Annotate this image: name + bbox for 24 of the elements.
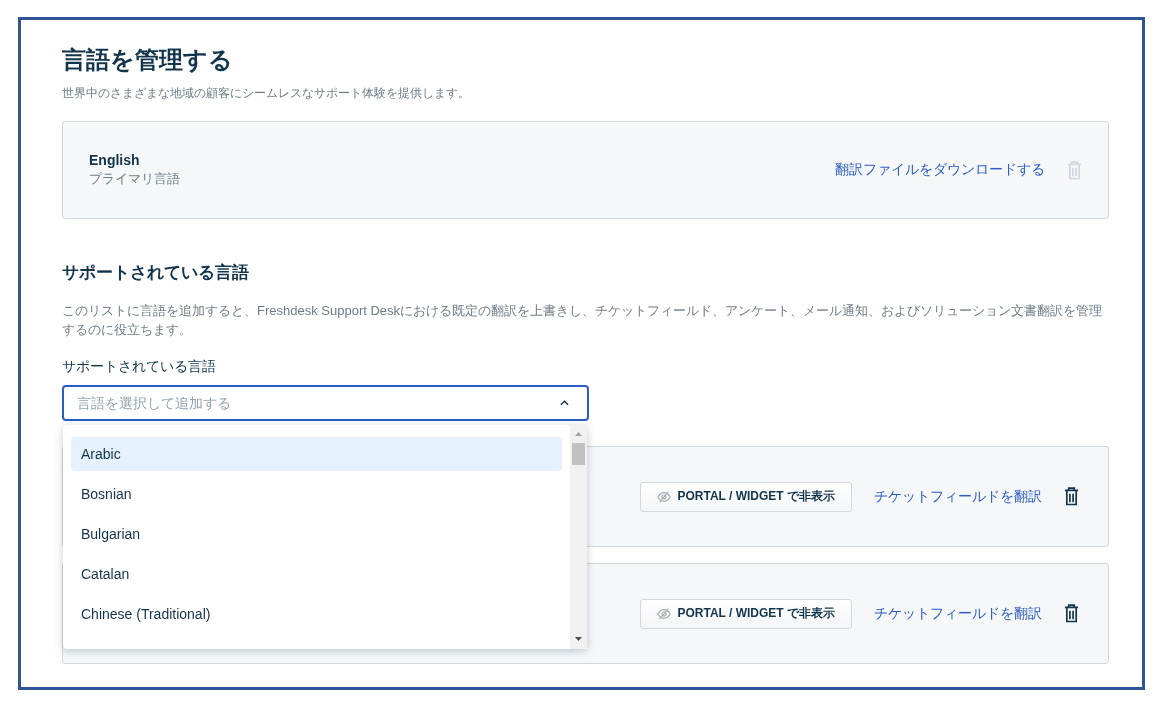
- trash-icon[interactable]: [1064, 487, 1079, 506]
- eye-off-icon: [657, 489, 672, 504]
- language-select[interactable]: 言語を選択して追加する: [62, 385, 589, 421]
- dropdown-option[interactable]: Arabic: [71, 437, 562, 471]
- dropdown-option[interactable]: Bosnian: [71, 477, 562, 511]
- translate-link[interactable]: チケットフィールドを翻訳: [874, 487, 1042, 506]
- eye-off-icon: [657, 606, 672, 621]
- field-label: サポートされている言語: [62, 357, 217, 375]
- dropdown-option[interactable]: Bulgarian: [71, 517, 562, 551]
- language-name: English: [89, 152, 141, 168]
- hide-button[interactable]: PORTAL / WIDGET で非表示: [640, 598, 852, 629]
- caret-icon: [560, 400, 569, 406]
- section-description: このリストに言語を追加すると、Freshdesk Support Deskにおける既定の翻訳を上書きし、チケットフィールド、アンケート、メール通知、およびソリューション文書翻訳を管理するのに役立ちます。: [62, 302, 1104, 339]
- dropdown-option[interactable]: Chinese (Traditional): [71, 597, 562, 631]
- trash-icon[interactable]: [1064, 604, 1079, 623]
- scrollbar[interactable]: [570, 425, 587, 649]
- hide-button[interactable]: PORTAL / WIDGET で非表示: [640, 481, 852, 512]
- download-link[interactable]: 翻訳ファイルをダウンロードする: [835, 161, 1045, 179]
- translate-link[interactable]: チケットフィールドを翻訳: [874, 604, 1042, 623]
- page-title: 言語を管理する: [62, 45, 234, 75]
- section-heading: サポートされている言語: [62, 262, 250, 284]
- language-caption: プライマリ言語: [89, 170, 180, 188]
- dropdown-option[interactable]: Catalan: [71, 557, 562, 591]
- page-subtitle: 世界中のさまざまな地域の顧客にシームレスなサポート体験を提供します。: [62, 85, 471, 101]
